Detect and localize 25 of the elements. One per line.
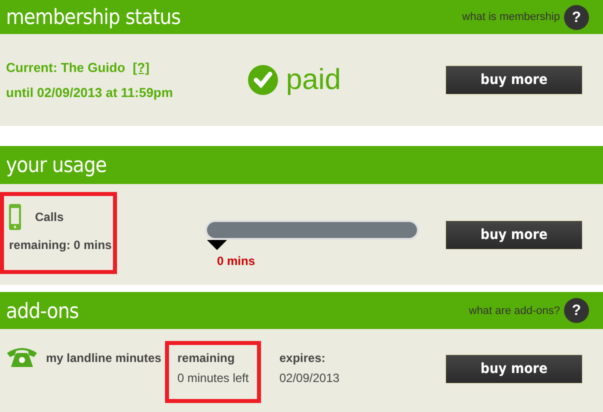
plan-name: Current: The Guido <box>6 60 126 75</box>
pointer-icon <box>207 240 227 250</box>
expires-value: 02/09/2013 <box>279 371 340 385</box>
section-title: add-ons <box>6 298 79 322</box>
remaining-label: remaining <box>177 351 236 365</box>
phone-icon <box>9 204 21 230</box>
buy-more-button[interactable]: buy more <box>445 220 583 250</box>
addon-name: my landline minutes <box>46 351 162 365</box>
help-icon[interactable]: ? <box>564 4 589 30</box>
telephone-icon <box>6 345 38 369</box>
usage-reading: 0 mins <box>217 254 256 268</box>
section-title: your usage <box>6 153 106 177</box>
expiry-text: until 02/09/2013 at 11:59pm <box>6 85 174 100</box>
help-icon[interactable]: ? <box>564 298 589 323</box>
buy-more-button[interactable]: buy more <box>445 354 583 384</box>
check-icon <box>248 65 278 95</box>
help-link[interactable]: what are add-ons? <box>468 304 560 316</box>
buy-more-button[interactable]: buy more <box>445 65 583 95</box>
section-title: membership status <box>6 5 180 29</box>
status-text: paid <box>286 64 341 96</box>
remaining-value: 0 minutes left <box>177 371 250 385</box>
usage-label: Calls <box>35 210 64 224</box>
expires-label: expires: <box>279 351 326 365</box>
help-link[interactable]: what is membership <box>462 11 560 23</box>
remaining-text: remaining: 0 mins <box>9 238 113 252</box>
